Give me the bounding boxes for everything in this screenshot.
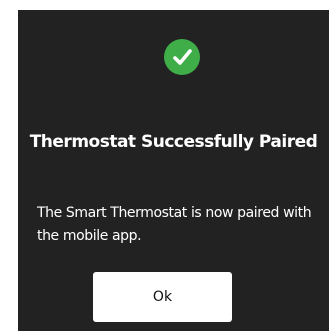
dialog-message: The Smart Thermostat is now paired with …	[37, 205, 312, 244]
dialog-title: Thermostat Successfully Paired	[29, 132, 318, 152]
checkmark-icon	[173, 49, 192, 65]
ok-button[interactable]: Ok	[93, 272, 232, 322]
check-circle-icon	[164, 39, 200, 75]
